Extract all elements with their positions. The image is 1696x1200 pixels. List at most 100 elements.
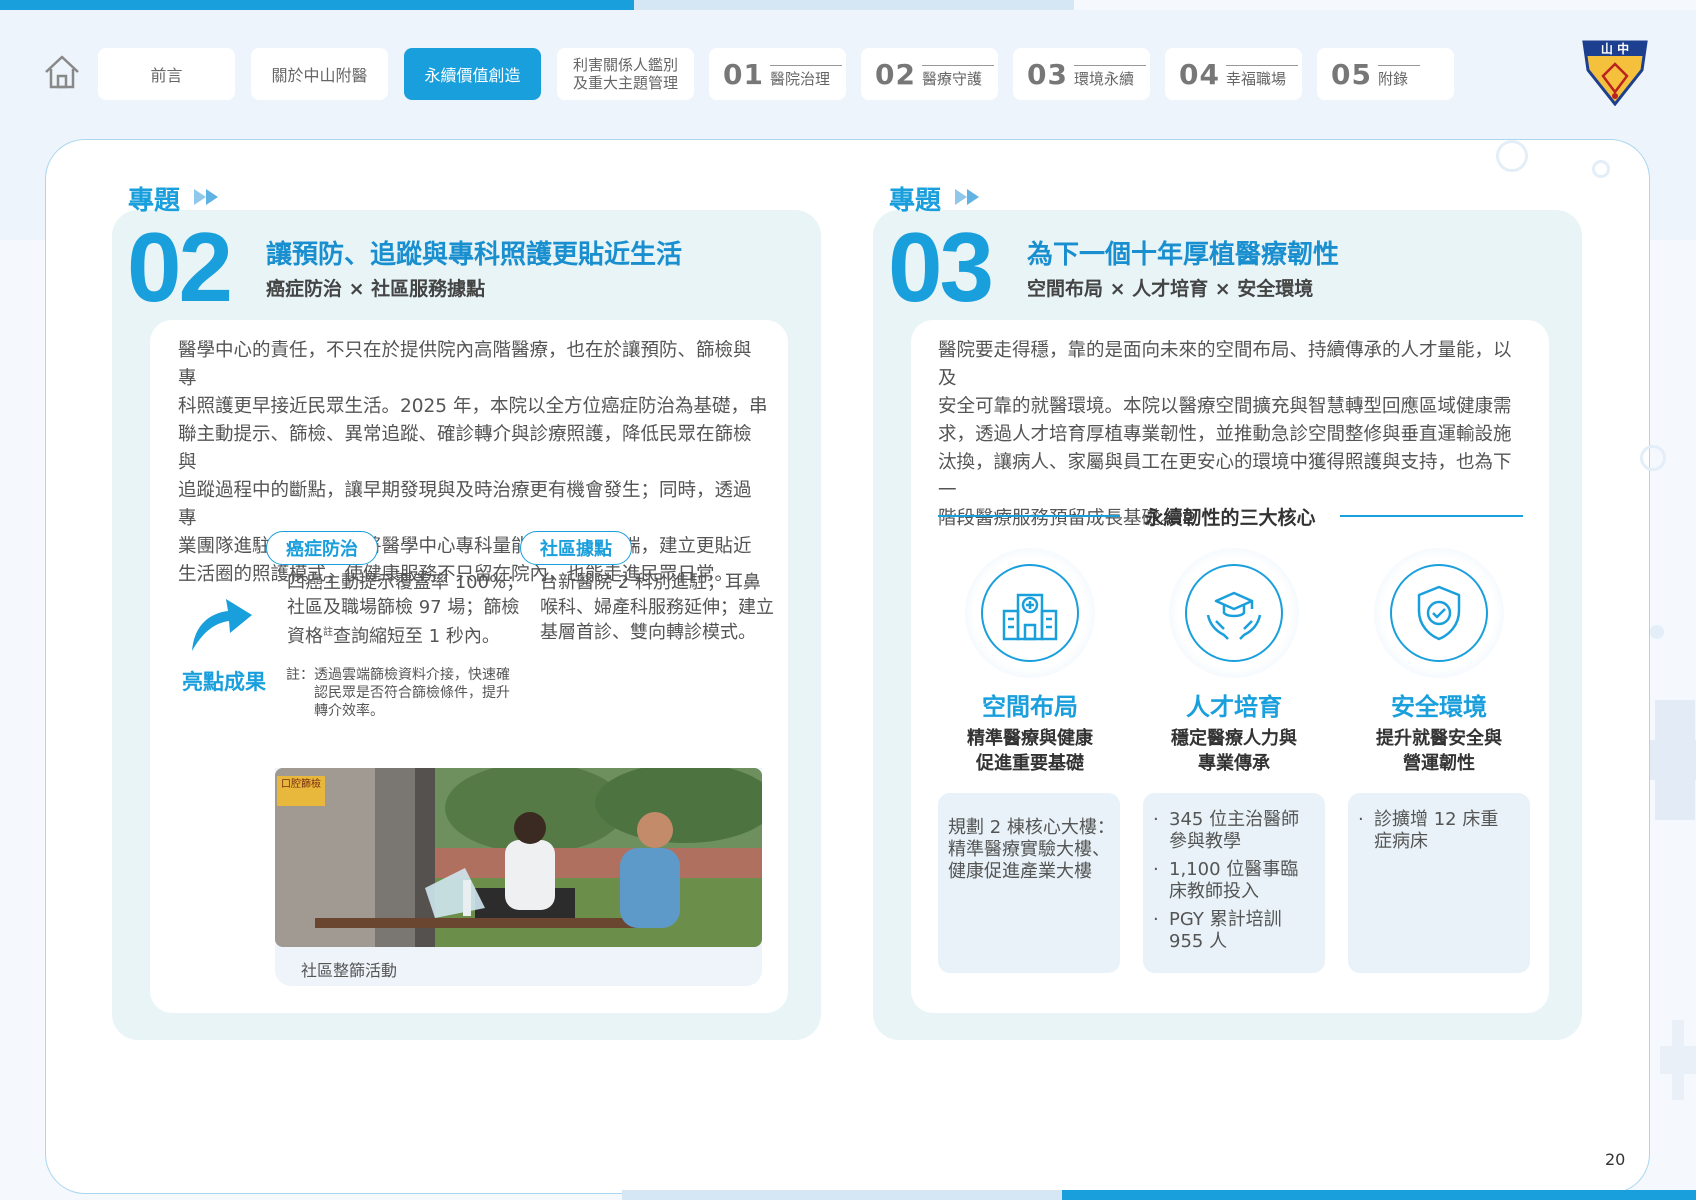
result-line: 四癌主動提示覆蓋率 100%； xyxy=(287,572,525,593)
note-body: 透過雲端篩檢資料介接，快速確 認民眾是否符合篩檢條件，提升 轉介效率。 xyxy=(314,666,510,720)
nav-tab-04[interactable]: 04 幸福職場 xyxy=(1165,48,1302,100)
result-line: 台新醫院 2 科別進駐；耳鼻 xyxy=(540,572,761,593)
bullet-line: PGY 累計培訓 xyxy=(1169,909,1282,930)
decor-cross xyxy=(1660,1020,1696,1100)
core-icon-circle xyxy=(1374,548,1504,678)
note-line: 透過雲端篩檢資料介接，快速確 xyxy=(314,667,510,683)
paragraph-line: 聯主動提示、篩檢、異常追蹤、確診轉介與診療照護，降低民眾在篩檢與 xyxy=(178,424,752,473)
nav-tab-number: 05 xyxy=(1331,57,1372,91)
core-detail-line: 精準醫療實驗大樓、 xyxy=(948,839,1110,860)
result-text: 查詢縮短至 1 秒內。 xyxy=(333,626,500,647)
topic2-title: 讓預防、追蹤與專科照護更貼近生活 xyxy=(266,240,683,270)
hospital-icon xyxy=(981,564,1079,662)
core-description-line: 精準醫療與健康 xyxy=(967,728,1093,749)
nav-tab-label: 關於中山附醫 xyxy=(271,66,368,85)
core-icon-circle xyxy=(965,548,1095,678)
core-name: 空間布局 xyxy=(982,693,1078,721)
bullet-line: 955 人 xyxy=(1169,931,1228,952)
bullet-dot: · xyxy=(1358,809,1364,830)
top-bar-accent xyxy=(0,0,634,10)
topic2-footnote: 註： 透過雲端篩檢資料介接，快速確 認民眾是否符合篩檢條件，提升 轉介效率。 xyxy=(286,666,526,720)
core-name: 安全環境 xyxy=(1391,693,1487,721)
result-line: 社區及職場篩檢 97 場；篩檢 xyxy=(287,597,520,618)
nav-tab-number: 04 xyxy=(1179,57,1220,91)
paragraph-line: 安全可靠的就醫環境。本院以醫療空間擴充與智慧轉型回應區域健康需 xyxy=(938,396,1512,417)
community-results: 台新醫院 2 科別進駐；耳鼻 喉科、婦產科服務延伸；建立 基層首診、雙向轉診模式… xyxy=(540,570,780,645)
nav-tab-label: 幸福職場 xyxy=(1225,65,1298,89)
nav-tab-03[interactable]: 03 環境永續 xyxy=(1013,48,1150,100)
nav-tab-label: 永續價值創造 xyxy=(424,66,521,85)
core-detail-box: · 345 位主治醫師 參與教學 · 1,100 位醫事臨 床教師投入 · PGY … xyxy=(1143,793,1325,973)
bullet-dot: · xyxy=(1153,859,1159,880)
community-screening-photo: 口腔篩檢 xyxy=(275,768,762,947)
shield-check-icon xyxy=(1390,564,1488,662)
nav-tab-sustainability-value[interactable]: 永續價值創造 xyxy=(404,48,541,100)
paragraph-line: 醫學中心的責任，不只在於提供院內高階醫療，也在於讓預防、篩檢與專 xyxy=(178,340,752,389)
core-detail-line: 規劃 2 棟核心大樓： xyxy=(948,817,1115,838)
core-description: 穩定醫療人力與 專業傳承 xyxy=(1154,726,1314,776)
note-prefix: 註： xyxy=(286,667,314,683)
top-bar-light xyxy=(634,0,1074,10)
bullet-line: 345 位主治醫師 xyxy=(1169,809,1300,830)
core-description-line: 穩定醫療人力與 xyxy=(1171,728,1297,749)
core-description-line: 提升就醫安全與 xyxy=(1376,728,1502,749)
decor-bubble xyxy=(1592,160,1610,178)
nav-tab-05[interactable]: 05 附錄 xyxy=(1317,48,1454,100)
core-detail-bullet: · 1,100 位醫事臨 床教師投入 xyxy=(1153,859,1321,903)
core-detail-box: 規劃 2 棟核心大樓： 精準醫療實驗大樓、 健康促進產業大樓 xyxy=(938,793,1120,973)
nav-tab-label-line2: 及重大主題管理 xyxy=(572,74,678,92)
nav-tab-about[interactable]: 關於中山附醫 xyxy=(251,48,388,100)
core-description: 提升就醫安全與 營運韌性 xyxy=(1359,726,1519,776)
nav-tab-label: 附錄 xyxy=(1377,65,1420,89)
double-arrow-icon xyxy=(192,186,226,212)
core-icon-circle xyxy=(1169,548,1299,678)
result-line: 喉科、婦產科服務延伸；建立 xyxy=(540,597,774,618)
topic3-number: 03 xyxy=(888,212,994,322)
paragraph-line: 追蹤過程中的斷點，讓早期發現與及時治療更有機會發生；同時，透過專 xyxy=(178,480,752,529)
nav-tab-label-line1: 利害關係人鑑別 xyxy=(572,56,678,74)
bottom-bar-light xyxy=(622,1190,1062,1200)
decor-bubble xyxy=(1496,140,1528,172)
photo-caption: 社區整篩活動 xyxy=(301,961,398,980)
bullet-line: 診擴增 12 床重 xyxy=(1374,809,1499,830)
home-icon[interactable] xyxy=(42,52,82,92)
nav-tab-01[interactable]: 01 醫院治理 xyxy=(709,48,846,100)
topic3-subtitle: 空間布局 × 人才培育 × 安全環境 xyxy=(1027,278,1314,300)
bullet-line: 1,100 位醫事臨 xyxy=(1169,859,1299,880)
core-detail-bullet: · 345 位主治醫師 參與教學 xyxy=(1153,809,1321,853)
paragraph-line: 求，透過人才培育厚植專業韌性，並推動急診空間整修與垂直運輸設施 xyxy=(938,424,1512,445)
nav-tab-stakeholders[interactable]: 利害關係人鑑別 及重大主題管理 xyxy=(557,48,694,100)
tag-community-site: 社區據點 xyxy=(520,531,632,565)
bullet-line: 參與教學 xyxy=(1169,831,1241,852)
core-section-title: 永續韌性的三大核心 xyxy=(1144,507,1316,529)
photo-sign-text: 口腔篩檢 xyxy=(281,779,321,790)
nav-tab-number: 01 xyxy=(723,57,764,91)
double-arrow-icon xyxy=(953,186,987,212)
nav-tab-02[interactable]: 02 醫療守護 xyxy=(861,48,998,100)
core-name: 人才培育 xyxy=(1186,693,1282,721)
nav-tab-preface[interactable]: 前言 xyxy=(98,48,235,100)
core-detail-bullet: · PGY 累計培訓 955 人 xyxy=(1153,909,1321,953)
paragraph-line: 汰換，讓病人、家屬與員工在更安心的環境中獲得照護與支持，也為下一 xyxy=(938,452,1512,501)
curved-arrow-icon xyxy=(188,595,254,657)
cancer-results: 四癌主動提示覆蓋率 100%； 社區及職場篩檢 97 場；篩檢 資格註查詢縮短至… xyxy=(287,570,527,649)
highlight-label: 亮點成果 xyxy=(182,670,266,694)
bottom-bar-accent xyxy=(1062,1190,1696,1200)
page-number: 20 xyxy=(1605,1150,1626,1169)
divider-line xyxy=(1340,515,1523,517)
tag-cancer-prevention: 癌症防治 xyxy=(266,531,378,565)
paragraph-line: 醫院要走得穩，靠的是面向未來的空間布局、持續傳承的人才量能，以及 xyxy=(938,340,1512,389)
topic2-subtitle: 癌症防治 × 社區服務據點 xyxy=(266,278,486,300)
note-line: 認民眾是否符合篩檢條件，提升 xyxy=(314,685,510,701)
nav-tab-number: 03 xyxy=(1027,57,1068,91)
graduation-hands-icon xyxy=(1185,564,1283,662)
core-detail-box: · 診擴增 12 床重 症病床 xyxy=(1348,793,1530,973)
decor-bubble xyxy=(1640,445,1666,471)
core-description-line: 促進重要基礎 xyxy=(976,753,1084,774)
bullet-line: 症病床 xyxy=(1374,831,1428,852)
nav-tab-number: 02 xyxy=(875,57,916,91)
paragraph-line: 科照護更早接近民眾生活。2025 年，本院以全方位癌症防治為基礎，串 xyxy=(178,396,768,417)
result-line: 基層首診、雙向轉診模式。 xyxy=(540,622,756,643)
bullet-dot: · xyxy=(1153,909,1159,930)
topic3-title: 為下一個十年厚植醫療韌性 xyxy=(1027,240,1340,270)
